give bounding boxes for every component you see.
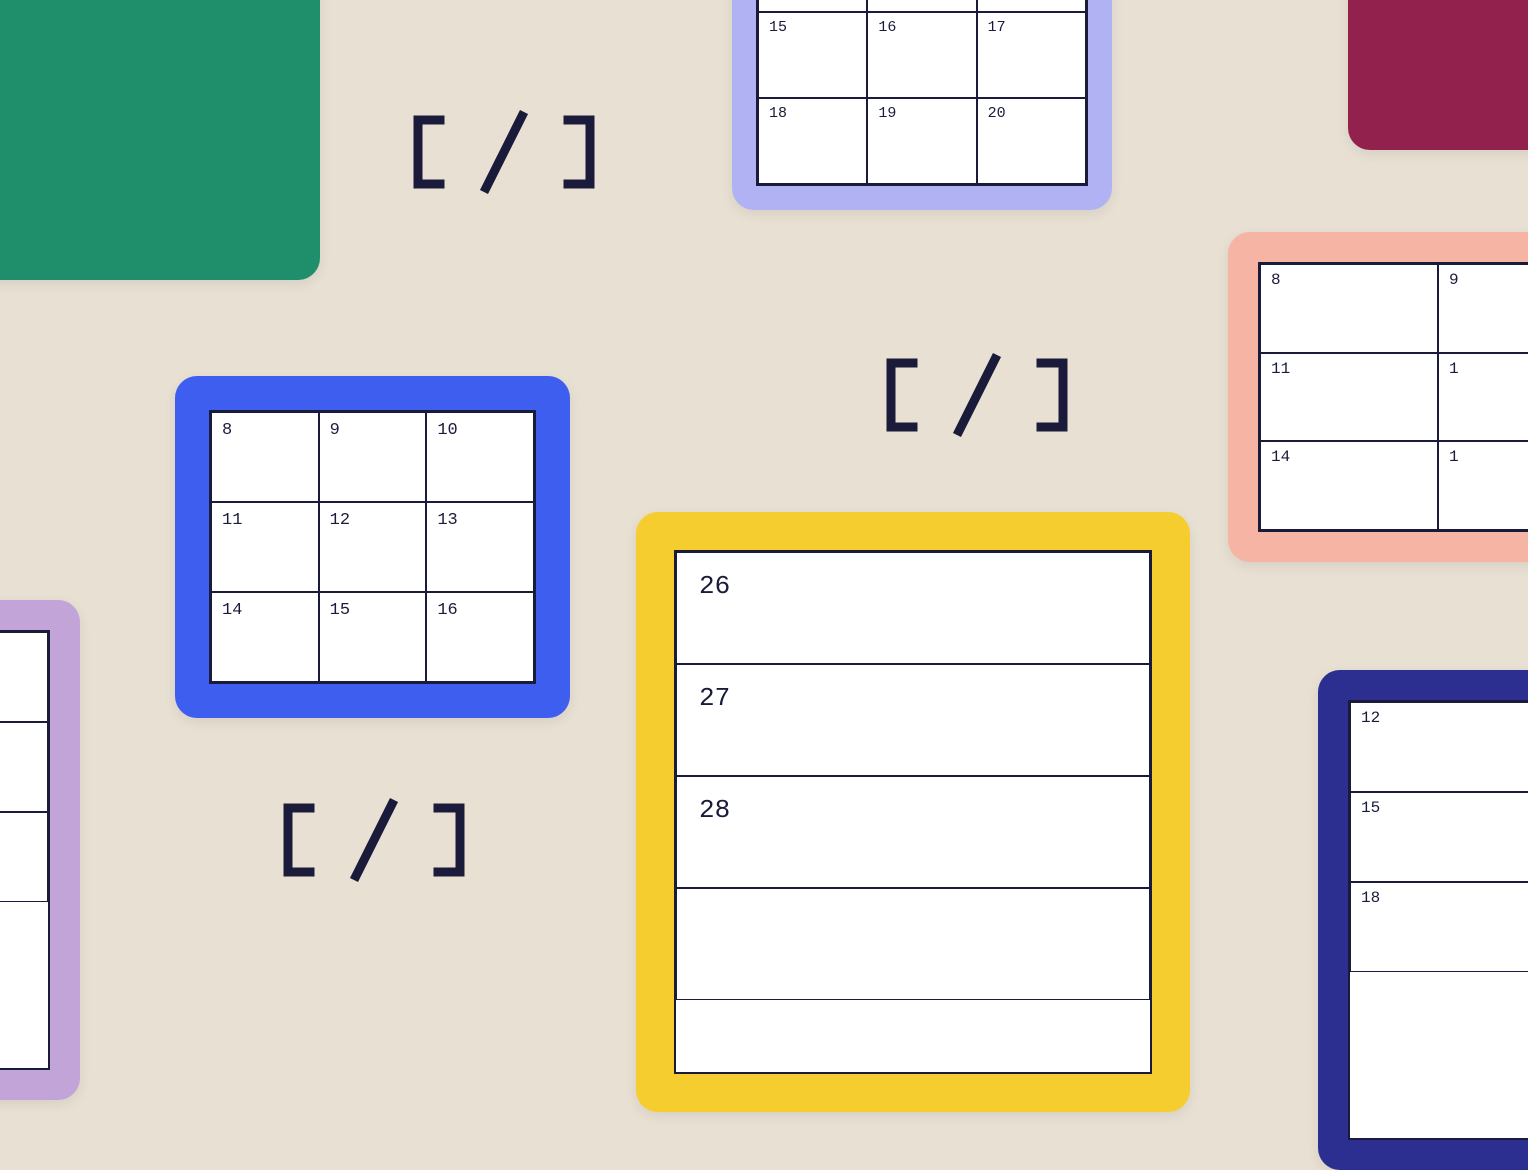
calendar-grid-pink: 8 9 11 1 14 1 [1258,262,1528,532]
calendar-cell: 8 [1260,264,1438,353]
calendar-cell: 9 [319,412,427,502]
calendar-grid-yellow: 26 27 28 [674,550,1152,1074]
calendar-cell [867,0,976,12]
calendar-card-yellow: 26 27 28 [636,512,1190,1112]
calendar-card-lavender: 15 16 17 18 19 20 [732,0,1112,210]
calendar-card-blue: 8 9 10 11 12 13 14 15 16 [175,376,570,718]
calendar-cell: 15 [758,12,867,98]
calendar-card-green: 5 6 [0,0,320,280]
calendar-cell: 1 [1438,441,1528,530]
calendar-cell: 11 [211,502,319,592]
calendar-cell: 20 [977,98,1086,184]
calendar-card-pink: 8 9 11 1 14 1 [1228,232,1528,562]
calendar-cell [758,0,867,12]
calendar-cell: 13 [426,502,534,592]
calendar-cell: 19 [867,98,976,184]
bracket-slash-icon [877,345,1077,445]
calendar-cell: 16 [867,12,976,98]
calendar-cell [0,722,48,812]
bracket-slash-icon [274,790,474,890]
calendar-cell [676,888,1150,1000]
calendar-cell: 15 [1350,792,1528,882]
calendar-cell [0,812,48,902]
calendar-grid-lavender: 15 16 17 18 19 20 [756,0,1088,186]
calendar-cell: 8 [211,412,319,502]
calendar-cell: 18 [758,98,867,184]
calendar-cell: 12 [319,502,427,592]
calendar-cell: 1 [1438,353,1528,442]
calendar-cell: 11 [1260,353,1438,442]
calendar-card-maroon [1348,0,1528,150]
calendar-cell [0,632,48,722]
calendar-cell: 18 [1350,882,1528,972]
calendar-cell: 9 [1438,264,1528,353]
calendar-cell: 10 [426,412,534,502]
calendar-cell: 26 [676,552,1150,664]
calendar-cell: 12 [1350,702,1528,792]
calendar-grid-blue: 8 9 10 11 12 13 14 15 16 [209,410,536,684]
calendar-cell: 14 [1260,441,1438,530]
calendar-cell [977,0,1086,12]
calendar-grid-navy: 12 15 18 [1348,700,1528,1140]
calendar-cell: 17 [977,12,1086,98]
calendar-cell: 28 [676,776,1150,888]
calendar-cell: 15 [319,592,427,682]
calendar-card-lilac [0,600,80,1100]
calendar-card-navy: 12 15 18 [1318,670,1528,1170]
calendar-cell: 16 [426,592,534,682]
bracket-slash-icon [404,102,604,202]
calendar-cell: 14 [211,592,319,682]
calendar-grid-lilac [0,630,50,1070]
calendar-cell: 27 [676,664,1150,776]
